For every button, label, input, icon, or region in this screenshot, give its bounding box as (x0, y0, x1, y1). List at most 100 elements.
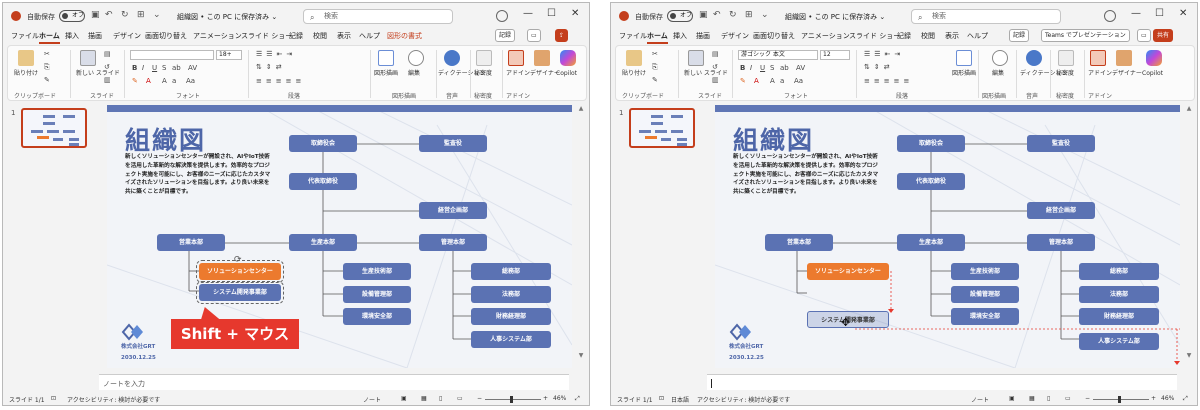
tab-home[interactable]: ホーム (39, 31, 60, 44)
reset-icon[interactable]: ↺ (712, 63, 718, 71)
minimize-icon[interactable]: — (1131, 8, 1141, 19)
org-box-solution[interactable]: ソリューションセンター (196, 260, 284, 283)
align-icon[interactable]: ≡≡≡≡≡ (864, 77, 913, 85)
copilot-button[interactable]: Copilot (1142, 70, 1163, 77)
copy-icon[interactable]: ⎘ (44, 63, 50, 72)
tab-home[interactable]: ホーム (647, 31, 668, 44)
org-box-admin[interactable]: 管理本部 (419, 234, 487, 251)
slideshow-view-icon[interactable]: ▭ (1065, 395, 1071, 402)
new-slide-button[interactable]: 新しい スライド (76, 70, 120, 77)
teams-present-button[interactable]: Teams でプレゼンテーション (1041, 29, 1130, 42)
org-box-environment[interactable]: 環境安全部 (951, 308, 1019, 325)
case-icon[interactable]: Aa (794, 77, 803, 85)
search-input[interactable]: ⌕ 検索 (303, 9, 453, 24)
edit-icon[interactable] (992, 50, 1008, 66)
copilot-icon[interactable] (560, 50, 576, 66)
font-color-icon[interactable]: A (146, 77, 151, 85)
comments-icon[interactable]: ▭ (1137, 29, 1151, 42)
addins-button[interactable]: アドイン (506, 70, 530, 77)
comments-icon[interactable]: ▭ (527, 29, 541, 42)
org-box-hr[interactable]: 人事システム部 (471, 331, 551, 348)
org-box-general[interactable]: 総務部 (1079, 263, 1159, 280)
org-box-equipment[interactable]: 設備管理部 (951, 286, 1019, 303)
section-icon[interactable]: ▥ (712, 76, 719, 84)
status-notes[interactable]: ノート (363, 395, 381, 404)
tab-file[interactable]: ファイル (619, 31, 647, 41)
rotate-handle-icon[interactable]: ⟳ (234, 255, 242, 265)
paste-button[interactable]: 貼り付け (14, 70, 38, 77)
avatar[interactable] (1104, 10, 1116, 22)
copilot-button[interactable]: Copilot (556, 70, 577, 77)
notes-input[interactable] (707, 374, 1177, 390)
tab-design[interactable]: デザイン (721, 31, 749, 41)
org-box-hr[interactable]: 人事システム部 (1079, 333, 1159, 350)
tab-file[interactable]: ファイル (11, 31, 39, 41)
tab-transitions[interactable]: 画面切り替え (145, 31, 187, 41)
font-name-combo[interactable]: 游ゴシック 本文 (738, 50, 818, 60)
font-size-combo[interactable]: 18+ (216, 50, 242, 60)
sorter-view-icon[interactable]: ▦ (1029, 395, 1035, 402)
document-title[interactable]: 組織図 • この PC に保存済み ⌄ (177, 12, 277, 22)
tab-animations[interactable]: アニメーション (801, 31, 850, 41)
maximize-icon[interactable]: ☐ (547, 8, 556, 19)
underline-icon[interactable]: U (760, 64, 765, 72)
reset-icon[interactable]: ↺ (104, 63, 110, 71)
char-spacing-icon[interactable]: AV (188, 64, 197, 72)
undo-icon[interactable]: ↶ (713, 10, 721, 20)
zoom-slider-knob[interactable] (510, 396, 513, 403)
tab-slideshow[interactable]: スライド ショー (849, 31, 900, 41)
addins-button[interactable]: アドイン (1088, 70, 1112, 77)
normal-view-icon[interactable]: ▣ (1009, 395, 1015, 402)
sensitivity-icon[interactable] (476, 50, 492, 66)
format-painter-icon[interactable]: ✎ (44, 76, 50, 84)
new-slide-button[interactable]: 新しい スライド (684, 70, 728, 77)
shadow-icon[interactable]: S (770, 64, 774, 72)
vertical-scrollbar[interactable]: ▲ ▼ (1185, 105, 1193, 368)
slide-thumbnail[interactable] (21, 108, 87, 148)
share-button[interactable]: ⇪ (555, 29, 569, 42)
microphone-icon[interactable] (444, 50, 460, 66)
notes-input[interactable]: ノートを入力 (99, 374, 569, 390)
org-box-admin[interactable]: 管理本部 (1027, 234, 1095, 251)
undo-icon[interactable]: ↶ (105, 10, 113, 20)
edit-icon[interactable] (408, 50, 424, 66)
customize-qat-icon[interactable]: ⌄ (153, 10, 161, 20)
align-icon[interactable]: ≡≡≡≡≡ (256, 77, 305, 85)
font-size-combo[interactable]: 12 (820, 50, 850, 60)
layout-icon[interactable]: ▤ (712, 50, 719, 58)
org-box-production[interactable]: 生産本部 (897, 234, 965, 251)
reading-view-icon[interactable]: ▯ (439, 395, 442, 402)
tab-slideshow[interactable]: スライド ショー (241, 31, 292, 41)
fit-slide-icon[interactable]: ⤢ (575, 395, 580, 403)
maximize-icon[interactable]: ☐ (1155, 8, 1164, 19)
case-icon[interactable]: Aa (186, 77, 195, 85)
org-box-sysdev[interactable]: システム開発事業部 (196, 281, 284, 304)
cut-icon[interactable]: ✂ (44, 50, 50, 58)
new-slide-icon[interactable] (688, 50, 704, 66)
edit-button[interactable]: 編集 (992, 70, 1004, 77)
copilot-icon[interactable] (1146, 50, 1162, 66)
org-box-environment[interactable]: 環境安全部 (343, 308, 411, 325)
share-button[interactable]: 共有 (1153, 29, 1174, 42)
paste-icon[interactable] (626, 50, 642, 66)
tab-draw[interactable]: 描画 (88, 31, 102, 41)
redo-icon[interactable]: ↻ (121, 10, 129, 20)
tab-record[interactable]: 記録 (289, 31, 303, 41)
slide-canvas[interactable]: 組織図 新しくソリューションセンターが開設され、AIやIoT技術を活用した革新的… (107, 105, 572, 368)
layout-icon[interactable]: ▤ (104, 50, 111, 58)
tab-review[interactable]: 校閲 (313, 31, 327, 41)
font-name-combo[interactable] (130, 50, 214, 60)
shrink-font-icon[interactable]: a (172, 77, 176, 85)
addins-icon[interactable] (1090, 50, 1106, 66)
search-input[interactable]: ⌕ 検索 (911, 9, 1061, 24)
tab-design[interactable]: デザイン (113, 31, 141, 41)
sorter-view-icon[interactable]: ▦ (421, 395, 427, 402)
org-box-sales[interactable]: 営業本部 (157, 234, 225, 251)
status-accessibility[interactable]: アクセシビリティ: 検討が必要です (67, 395, 160, 404)
bold-icon[interactable]: B (132, 64, 137, 72)
present-icon[interactable]: ⊞ (745, 10, 753, 20)
org-box-general[interactable]: 総務部 (471, 263, 551, 280)
grow-font-icon[interactable]: A (770, 77, 775, 85)
org-box-president[interactable]: 代表取締役 (289, 173, 357, 190)
zoom-out-icon[interactable]: − (1085, 395, 1090, 402)
